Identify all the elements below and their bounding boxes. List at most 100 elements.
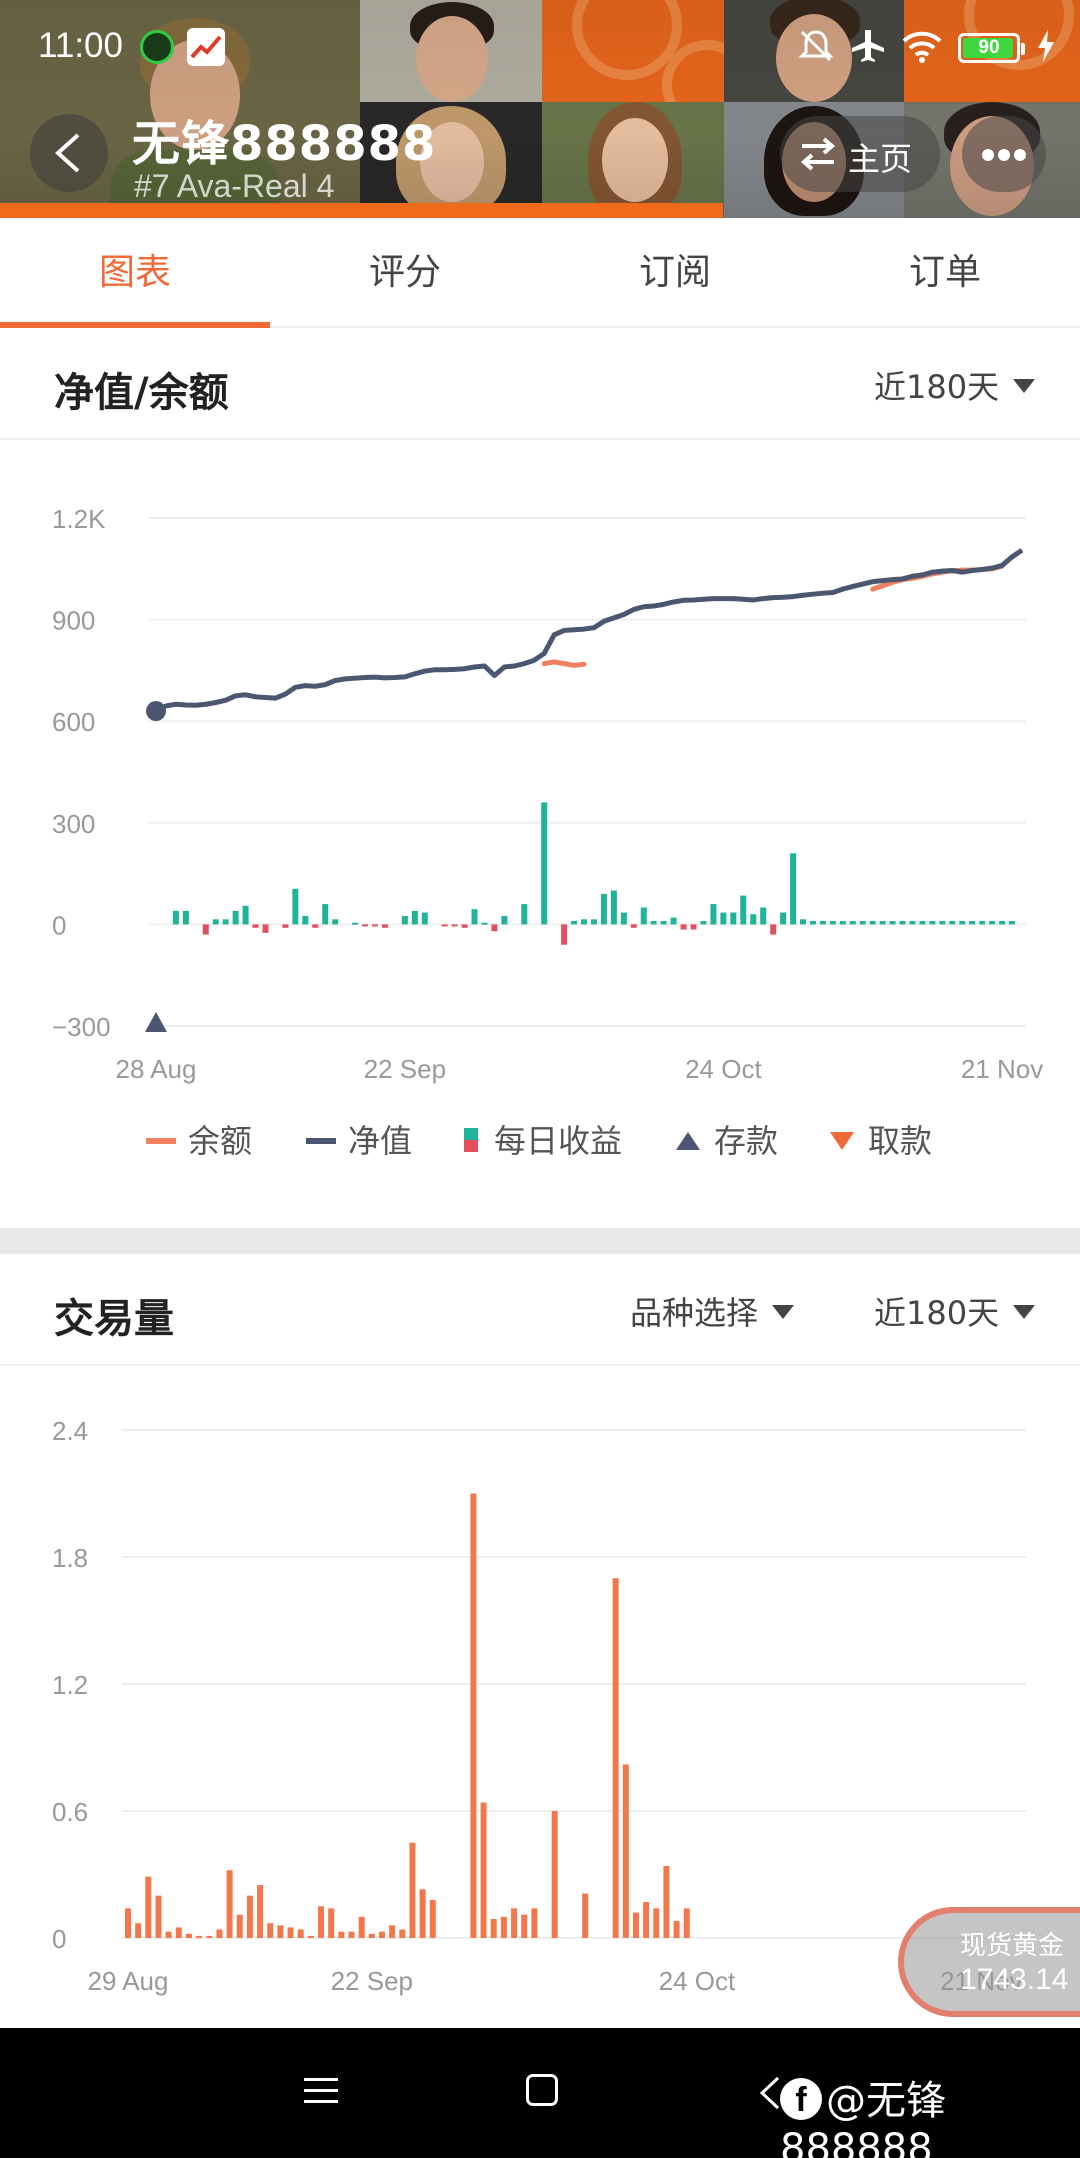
legend-item-equity[interactable]: 净值 [306,1118,412,1164]
deposit-triangle-icon [676,1132,700,1150]
y-tick-label: 300 [52,809,95,839]
volume-bar [135,1923,142,1938]
volume-bar [236,1914,243,1938]
status-app-icon [140,30,174,64]
tab-rating[interactable]: 评分 [270,218,540,326]
volume-period-dropdown[interactable]: 近180天 [874,1288,1036,1334]
section-divider [0,1228,1080,1254]
daily-profit-bar [959,921,966,925]
back-button[interactable] [30,114,108,192]
symbol-select-label: 品种选择 [630,1294,759,1332]
equity-section-title: 净值/余额 [54,370,229,416]
daily-profit-bar [292,888,299,925]
volume-bar [318,1906,325,1938]
daily-profit-bar [989,921,996,925]
equity-period-dropdown[interactable]: 近180天 [874,362,1036,408]
daily-profit-bar [561,924,568,945]
daily-profit-bar [879,921,886,925]
gold-name: 现货黄金 [960,1931,1065,1961]
equity-section-header: 净值/余额 近180天 [0,330,1080,440]
more-button[interactable] [962,116,1046,192]
daily-profit-bar [521,904,528,925]
x-tick-label: 28 Aug [116,1054,197,1084]
daily-profit-bar [929,921,936,925]
daily-profit-bar [690,924,697,930]
legend-label-daily: 每日收益 [494,1122,623,1160]
equity-legend: 余额 净值 每日收益 存款 取款 [0,1118,1080,1164]
daily-profit-bar [600,893,607,925]
daily-profit-bar [501,915,508,925]
volume-bar [582,1893,589,1938]
volume-bar [480,1802,487,1938]
profile-header: 11:00 90 无锋888888 #7 Ava-Real 4 主页 [0,0,1080,218]
legend-item-deposit[interactable]: 存款 [676,1118,778,1164]
caret-down-icon [1013,1305,1036,1319]
daily-profit-bar [630,924,637,928]
daily-profit-bar [999,921,1006,925]
equity-chart: 1.2K 900 600 300 0 −300 28 Aug 22 Sep 24 Oct 21 N… [0,442,1080,1122]
x-tick-label: 24 Oct [659,1966,736,1996]
volume-bar [490,1918,497,1938]
volume-bar [348,1931,355,1938]
volume-bar [338,1931,345,1938]
symbol-select-dropdown[interactable]: 品种选择 [630,1288,795,1334]
daily-profit-bar [800,919,807,925]
home-square-icon[interactable] [526,2074,558,2106]
charging-icon [1036,30,1056,66]
daily-profit-bar [750,914,757,925]
volume-bar [125,1908,131,1938]
legend-label-equity: 净值 [348,1122,413,1160]
volume-period-label: 近180天 [874,1294,1000,1332]
home-button[interactable]: 主页 [780,116,940,192]
watermark: f @无锋888888 [780,2068,1080,2158]
wifi-icon [902,29,942,67]
mute-bell-icon [798,28,834,68]
balance-line-segment [571,661,587,668]
volume-bar [419,1889,426,1938]
legend-item-balance[interactable]: 余额 [146,1118,252,1164]
daily-profit-bar [590,919,597,925]
volume-bar [531,1908,538,1938]
daily-profit-bar [371,924,378,927]
trading-app-icon [187,28,225,66]
daily-profit-bar [730,912,737,925]
daily-profit-bar [819,921,826,925]
volume-bar [145,1876,152,1938]
tab-orders[interactable]: 订单 [810,218,1080,326]
daily-profit-bar [790,853,797,925]
volume-bar [196,1935,203,1938]
menu-icon[interactable] [304,2076,338,2106]
equity-period-label: 近180天 [874,368,1000,406]
volume-bar [165,1931,172,1938]
legend-item-daily[interactable]: 每日收益 [464,1118,622,1164]
volume-bar [409,1842,416,1938]
tab-chart[interactable]: 图表 [0,218,270,328]
tab-subscribe[interactable]: 订阅 [540,218,810,326]
volume-bar [389,1925,396,1938]
volume-bar [673,1921,680,1938]
gold-price-widget[interactable]: 现货黄金 1743.14 [898,1907,1080,2017]
daily-profit-bar [282,924,289,928]
daily-profit-bar [829,921,836,925]
nav-back-icon[interactable] [758,2076,782,2110]
volume-bar [378,1931,385,1938]
equity-start-point [146,701,166,722]
legend-label-withdraw: 取款 [868,1122,933,1160]
daily-profit-bar [650,921,657,925]
legend-item-withdraw[interactable]: 取款 [830,1118,932,1164]
volume-bar [399,1929,406,1938]
daily-profit-bar [212,919,219,925]
legend-swatch [146,1138,176,1144]
volume-bar [216,1929,223,1938]
tab-bar: 图表 评分 订阅 订单 [0,218,1080,328]
volume-bar [500,1916,507,1938]
volume-bar [267,1923,274,1938]
daily-profit-bar [581,919,588,925]
volume-bar [175,1927,182,1938]
volume-bar [287,1927,294,1938]
daily-profit-bar [322,904,329,925]
daily-profit-bar [899,921,906,925]
home-button-label: 主页 [848,140,913,178]
y-tick-label: 0 [52,910,66,940]
account-subtitle: #7 Ava-Real 4 [134,168,335,204]
